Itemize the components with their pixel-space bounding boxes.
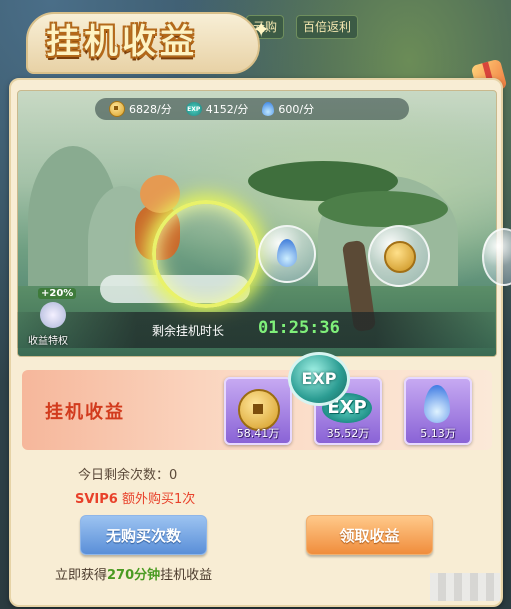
remaining-value: 0 — [169, 468, 178, 483]
remaining-label: 今日剩余次数： — [78, 468, 170, 483]
svip-text: 额外购买1次 — [117, 492, 196, 507]
reward-flame-card[interactable]: 5.13万 — [404, 377, 472, 445]
sparkle-icon: ✦ — [252, 18, 271, 43]
income-rate-bar: 6828/分 EXP 4152/分 600/分 — [95, 98, 409, 120]
coin-rate-value: 6828/分 — [129, 103, 172, 116]
svip-note: SVIP6 额外购买1次 — [75, 488, 195, 507]
remaining-count: 今日剩余次数：0 — [78, 464, 177, 483]
exp-rate-value: 4152/分 — [205, 103, 249, 116]
coin-orb-icon — [368, 225, 430, 287]
monkey-head — [140, 175, 180, 213]
reward-amount: 35.52万 — [326, 427, 370, 440]
coin-rate: 6828/分 — [109, 101, 172, 117]
svip-tag: SVIP6 — [75, 492, 118, 507]
reward-coin-card[interactable]: 58.41万 — [224, 377, 292, 445]
reward-title: 挂机收益 — [45, 402, 125, 423]
glowing-halo — [152, 200, 260, 308]
exp-badge-icon: EXP — [288, 352, 350, 406]
timer-label: 剩余挂机时长 — [152, 324, 225, 338]
buy-count-button[interactable]: 无购买次数 — [80, 515, 207, 555]
privilege-avatar-icon — [40, 302, 66, 328]
privilege-label: 收益特权 — [28, 336, 68, 347]
title-banner: 挂机收益 ✦ — [4, 0, 274, 80]
note-highlight: 270分钟 — [107, 568, 161, 583]
note-suffix: 挂机收益 — [160, 568, 213, 583]
flame-orb-icon — [258, 225, 316, 283]
page-title: 挂机收益 — [46, 22, 198, 62]
instant-income-note: 立即获得270分钟挂机收益 — [55, 564, 212, 583]
privilege-bonus: +20% — [38, 288, 77, 299]
coin-icon — [109, 101, 125, 117]
timer-bar — [17, 312, 495, 348]
collect-income-button[interactable]: 领取收益 — [306, 515, 433, 555]
flame-rate-value: 600/分 — [278, 103, 315, 116]
flame-rate: 600/分 — [262, 101, 314, 117]
exp-icon: EXP — [185, 102, 202, 116]
reward-amount: 5.13万 — [420, 427, 456, 440]
pixelated-overlay — [430, 573, 500, 601]
flame-icon — [424, 385, 450, 423]
tree-canopy — [318, 191, 448, 227]
reward-amount: 58.41万 — [236, 427, 280, 440]
income-privilege[interactable]: +20% 收益特权 — [28, 288, 78, 348]
note-prefix: 立即获得 — [55, 568, 108, 583]
exp-rate: EXP 4152/分 — [185, 101, 249, 117]
timer-value: 01:25:36 — [258, 318, 340, 338]
flame-icon — [262, 102, 275, 116]
bg-tab-rebate: 百倍返利 — [296, 15, 359, 39]
